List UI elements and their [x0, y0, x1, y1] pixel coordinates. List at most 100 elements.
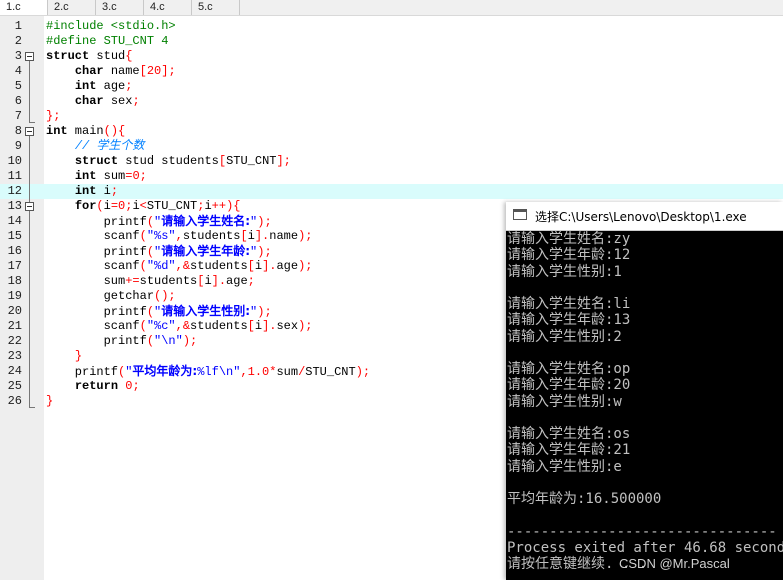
code-line[interactable]: 2 #define STU_CNT 4 [0, 34, 783, 49]
line-number: 13 [7, 199, 22, 213]
code-token: ; [132, 379, 140, 393]
line-number: 20 [7, 304, 22, 318]
code-token: 20 [146, 64, 162, 78]
fold-guide [29, 61, 30, 122]
code-token: i [103, 199, 111, 213]
code-token: students [139, 274, 198, 288]
code-line[interactable]: 8 int main(){ [0, 124, 783, 139]
tab-5c[interactable]: 5.c [192, 0, 240, 15]
line-code: struct stud{ [46, 49, 132, 64]
code-token: for [74, 199, 97, 213]
code-line[interactable]: 12 int i; [0, 184, 783, 199]
console-line: 请输入学生年龄:13 [507, 312, 631, 329]
fold-guide-end [29, 122, 35, 123]
code-token: ,& [175, 259, 191, 273]
line-code: #define STU_CNT 4 [46, 34, 168, 49]
code-token: char [74, 94, 104, 108]
code-token: char [74, 64, 104, 78]
code-token: ( [146, 305, 155, 319]
code-line[interactable]: 4 char name[20]; [0, 64, 783, 79]
code-token: int [46, 124, 68, 138]
code-token: (){ [103, 124, 126, 138]
tab-1c[interactable]: 1.c [0, 0, 48, 15]
code-token: ( [96, 199, 104, 213]
code-line[interactable]: 10 struct stud students[STU_CNT]; [0, 154, 783, 169]
code-token: } [74, 349, 83, 363]
fold-toggle-icon[interactable] [25, 202, 34, 211]
line-code: sum+=students[i].age; [46, 274, 255, 289]
code-token: i [204, 199, 212, 213]
code-token: printf [46, 215, 147, 229]
code-token: struct [46, 49, 90, 63]
code-token: ); [298, 319, 313, 333]
code-token: name [103, 64, 140, 78]
line-code: scanf("%d",&students[i].age); [46, 259, 313, 274]
line-code: for(i=0;i<STU_CNT;i++){ [46, 199, 241, 214]
fold-toggle-icon[interactable] [25, 52, 34, 61]
code-token: #include <stdio.h> [46, 19, 176, 33]
code-token: scanf [46, 319, 140, 333]
code-token: = [110, 199, 119, 213]
code-token: name [269, 229, 299, 243]
line-code: int i; [46, 184, 118, 199]
line-number: 26 [7, 394, 22, 408]
line-code: getchar(); [46, 289, 176, 304]
tab-2c[interactable]: 2.c [48, 0, 96, 15]
line-number: 8 [14, 124, 22, 138]
code-token: ); [298, 259, 313, 273]
code-token: stud [89, 49, 126, 63]
code-line[interactable]: 1 #include <stdio.h> [0, 19, 783, 34]
code-token: ]; [276, 154, 291, 168]
line-code: char sex; [46, 94, 140, 109]
code-token: 请输入学生性别: [161, 304, 251, 318]
code-token: scanf [46, 229, 140, 243]
line-number: 18 [7, 274, 22, 288]
code-token: i [254, 319, 263, 333]
console-output[interactable]: 请输入学生姓名:zy 请输入学生年龄:12 请输入学生性别:1 请输入学生姓名:li 请… [506, 230, 783, 580]
code-token: sex [276, 319, 299, 333]
file-tab-bar: 1.c 2.c 3.c 4.c 5.c [0, 0, 783, 16]
console-line: 请输入学生年龄:12 [507, 247, 631, 264]
line-code: } [46, 349, 82, 364]
fold-guide [29, 136, 30, 407]
code-token: int [74, 79, 97, 93]
code-token: ( [146, 334, 155, 348]
code-token: age [96, 79, 126, 93]
code-line[interactable]: 5 int age; [0, 79, 783, 94]
console-line: 请输入学生姓名:os [507, 426, 631, 442]
console-line: Process exited after 46.68 seconds [507, 539, 783, 556]
tab-3c[interactable]: 3.c [96, 0, 144, 15]
code-token: "%c" [146, 319, 176, 333]
code-token: sum [276, 365, 299, 379]
code-token: students [190, 319, 248, 333]
code-token: students [190, 259, 248, 273]
console-window[interactable]: 选择C:\Users\Lenovo\Desktop\1.exe 请输入学生姓名:… [506, 202, 783, 580]
code-line[interactable]: 3 struct stud{ [0, 49, 783, 64]
code-token: ); [257, 305, 272, 319]
code-token: students [182, 229, 241, 243]
code-token: i [132, 199, 140, 213]
code-token: printf [46, 365, 119, 379]
console-titlebar[interactable]: 选择C:\Users\Lenovo\Desktop\1.exe [506, 202, 783, 231]
code-token: , [175, 229, 183, 243]
code-token: i [96, 184, 111, 198]
code-token: sex [103, 94, 133, 108]
tab-4c[interactable]: 4.c [144, 0, 192, 15]
code-token: += [125, 274, 140, 288]
line-code: struct stud students[STU_CNT]; [46, 154, 291, 169]
code-token: ); [257, 245, 272, 259]
code-token: ( [139, 259, 147, 273]
line-number: 1 [14, 19, 22, 33]
code-line[interactable]: 9 // 学生个数 [0, 139, 783, 154]
fold-toggle-icon[interactable] [25, 127, 34, 136]
line-number: 10 [7, 154, 22, 168]
code-token: age [226, 274, 248, 288]
code-line[interactable]: 7}; [0, 109, 783, 124]
code-token: ++){ [211, 199, 241, 213]
line-code: return 0; [46, 379, 140, 394]
code-line[interactable]: 6 char sex; [0, 94, 783, 109]
code-line[interactable]: 11 int sum=0; [0, 169, 783, 184]
console-line: 请输入学生年龄:20 [507, 377, 631, 394]
